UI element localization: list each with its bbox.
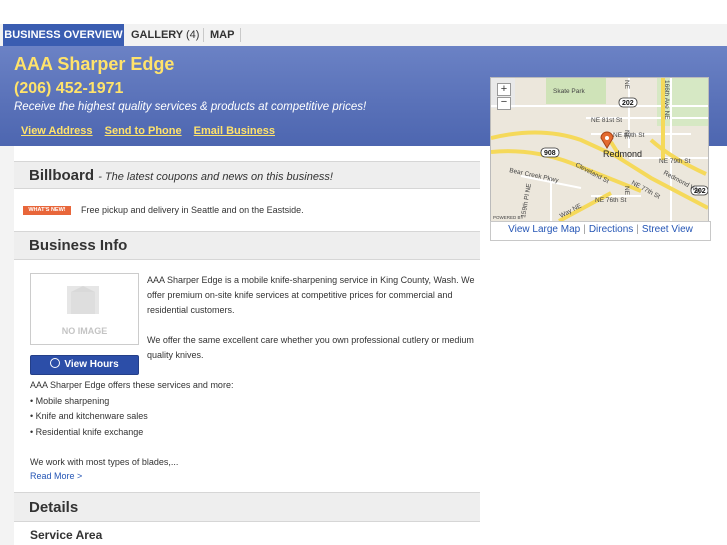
- svg-text:NE 81st St: NE 81st St: [591, 117, 622, 124]
- svg-text:NE: NE: [623, 80, 630, 90]
- link-divider: |: [636, 224, 639, 235]
- business-phone: (206) 452-1971: [14, 80, 124, 97]
- view-hours-button[interactable]: View Hours: [30, 355, 139, 375]
- business-tagline: Receive the highest quality services & p…: [14, 101, 367, 113]
- view-hours-label: View Hours: [64, 359, 119, 370]
- svg-text:NE 79th St: NE 79th St: [659, 158, 691, 165]
- business-description: AAA Sharper Edge is a mobile knife-sharp…: [147, 275, 475, 315]
- svg-text:POWERED BY: POWERED BY: [493, 215, 524, 220]
- location-map[interactable]: 202 908 202 Skate Park NE 81st St NE 80t…: [490, 77, 709, 222]
- send-to-phone-link[interactable]: Send to Phone: [105, 125, 182, 137]
- svg-text:Skate Park: Skate Park: [553, 88, 586, 95]
- services-intro: AAA Sharper Edge offers these services a…: [30, 380, 234, 390]
- tab-business-overview[interactable]: BUSINESS OVERVIEW: [3, 24, 124, 46]
- svg-text:NE 76th St: NE 76th St: [595, 197, 627, 204]
- svg-text:NE: NE: [623, 130, 630, 140]
- service-area-heading: Service Area: [30, 528, 103, 542]
- billboard-header: Billboard - The latest coupons and news …: [14, 161, 480, 189]
- gallery-count: (4): [186, 29, 200, 41]
- whats-new-badge: WHAT'S NEW!: [23, 206, 71, 215]
- street-view-link[interactable]: Street View: [642, 224, 693, 235]
- no-image-label: NO IMAGE: [61, 326, 108, 336]
- billboard-title: Billboard - The latest coupons and news …: [29, 167, 333, 184]
- minus-icon: −: [500, 96, 508, 108]
- zoom-out-button[interactable]: −: [497, 97, 511, 110]
- list-item: • Mobile sharpening: [30, 395, 110, 406]
- view-address-link[interactable]: View Address: [21, 125, 93, 137]
- tab-label: BUSINESS OVERVIEW: [4, 29, 123, 41]
- list-item: • Residential knife exchange: [30, 426, 144, 437]
- svg-text:Redmond: Redmond: [603, 149, 642, 159]
- map-actions: View Large Map | Directions | Street View: [490, 221, 711, 241]
- link-divider: |: [583, 224, 586, 235]
- billboard-text: Free pickup and delivery in Seattle and …: [81, 205, 304, 215]
- tab-label: MAP: [210, 29, 235, 41]
- details-header: Details: [14, 492, 480, 522]
- services-list: AAA Sharper Edge offers these services a…: [30, 378, 233, 440]
- tab-divider: [240, 28, 241, 42]
- directions-link[interactable]: Directions: [589, 224, 633, 235]
- business-photo-placeholder: NO IMAGE: [30, 273, 139, 345]
- clock-icon: [50, 358, 61, 369]
- left-gutter: [0, 146, 14, 545]
- image-placeholder-icon: [67, 286, 99, 314]
- tab-label: GALLERY: [131, 29, 183, 41]
- zoom-in-button[interactable]: +: [497, 83, 511, 96]
- read-more-link[interactable]: Read More >: [30, 471, 82, 481]
- svg-text:166th Ave NE: 166th Ave NE: [663, 80, 670, 120]
- view-large-map-link[interactable]: View Large Map: [508, 224, 580, 235]
- business-info-title: Business Info: [29, 237, 128, 254]
- email-business-link[interactable]: Email Business: [194, 125, 275, 137]
- business-actions: View Address Send to Phone Email Busines…: [21, 125, 284, 137]
- section-title: Billboard: [29, 167, 95, 184]
- billboard-subtitle: - The latest coupons and news on this bu…: [98, 171, 333, 183]
- svg-text:908: 908: [544, 150, 556, 157]
- tab-bar: BUSINESS OVERVIEW GALLERY (4) MAP: [0, 24, 727, 47]
- tab-divider: [203, 28, 204, 42]
- business-name: AAA Sharper Edge: [14, 54, 175, 74]
- svg-text:NE: NE: [623, 186, 630, 196]
- plus-icon: +: [500, 83, 508, 95]
- tab-gallery[interactable]: GALLERY (4): [131, 24, 199, 46]
- business-info-header: Business Info: [14, 231, 480, 260]
- blades-text: We work with most types of blades,...: [30, 457, 179, 467]
- svg-text:202: 202: [622, 100, 634, 107]
- business-description-2: We offer the same excellent care whether…: [147, 335, 474, 360]
- details-title: Details: [29, 499, 79, 516]
- list-item: • Knife and kitchenware sales: [30, 411, 148, 421]
- tab-map[interactable]: MAP: [210, 24, 234, 46]
